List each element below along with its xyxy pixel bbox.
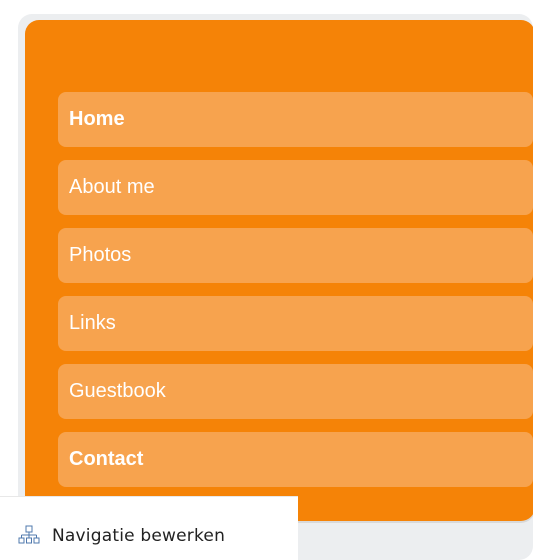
edit-toolbar: Navigatie bewerken [0,496,298,560]
sitemap-icon [18,525,40,544]
nav-item-guestbook[interactable]: Guestbook [58,364,533,419]
nav-item-contact[interactable]: Contact [58,432,533,487]
nav-item-links[interactable]: Links [58,296,533,351]
edit-navigation-button[interactable]: Navigatie bewerken [18,523,225,549]
nav-item-photos[interactable]: Photos [58,228,533,283]
edit-navigation-label: Navigatie bewerken [52,526,226,546]
nav-item-about-me[interactable]: About me [58,160,533,215]
nav-item-home[interactable]: Home [58,92,533,147]
site-navigation: Home About me Photos Links Guestbook Con… [58,92,533,487]
